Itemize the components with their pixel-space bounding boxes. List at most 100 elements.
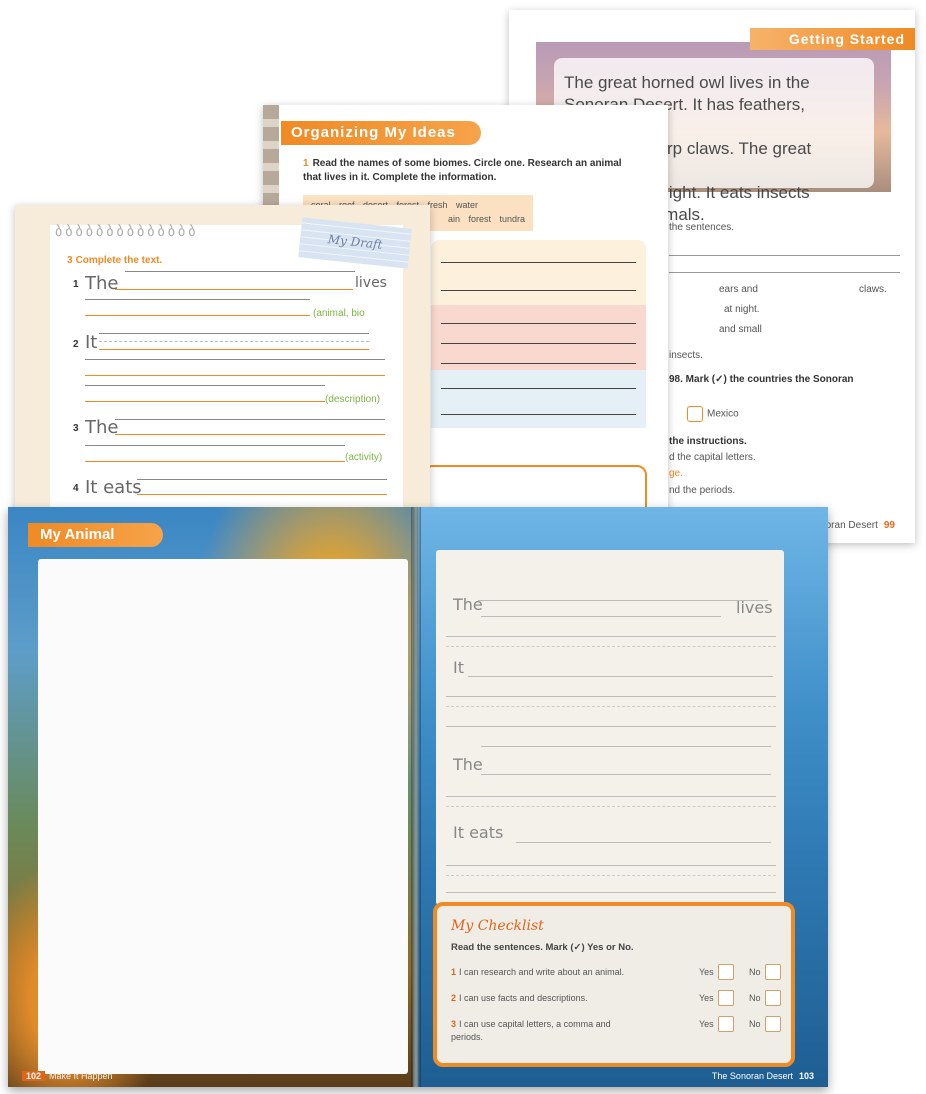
getting-started-banner: Getting Started [750, 28, 915, 50]
complete-text-title: 3 Complete the text. [67, 255, 165, 266]
item-word: It [85, 332, 98, 353]
guide-line [85, 445, 345, 446]
guide-line [481, 746, 771, 747]
mexico-label: Mexico [707, 408, 739, 420]
checklist-item-number: 2 [451, 993, 457, 1003]
guide-line [85, 359, 385, 360]
guide-line [125, 271, 355, 272]
checklist-item: 3I can use capital letters, a comma and … [451, 1018, 641, 1044]
no-label: No [749, 993, 761, 1003]
write-line[interactable] [516, 842, 771, 843]
write-line[interactable] [446, 726, 776, 727]
yes-checkbox[interactable] [717, 1016, 734, 1032]
notebook-page: ბბბბბბბბბბბბბბ My Draft 3 Complete the te… [15, 205, 430, 525]
item-word: It eats [85, 477, 142, 498]
no-checkbox[interactable] [764, 964, 781, 980]
drawing-area[interactable] [38, 559, 408, 1074]
no-option[interactable]: No [749, 1016, 781, 1032]
item-hint: (activity) [345, 452, 383, 463]
dash-line [446, 875, 776, 876]
dash-line [446, 646, 776, 647]
guide-line [85, 299, 310, 300]
left-page-footer: 102 Make It Happen [22, 1071, 113, 1081]
write-line[interactable] [446, 796, 776, 797]
yes-checkbox[interactable] [717, 990, 734, 1006]
checklist-item-number: 1 [451, 967, 457, 977]
spiral-rings-icon: ბბბბბბბბბბბბბბ [55, 223, 199, 239]
no-option[interactable]: No [749, 964, 781, 980]
write-line[interactable] [481, 616, 721, 617]
yes-checkbox[interactable] [717, 964, 734, 980]
instruction-number: 1 [303, 158, 309, 169]
write-line[interactable] [85, 401, 325, 402]
gs-instr-1: d the capital letters. [669, 452, 756, 463]
writing-area: The lives It The It eats [436, 550, 784, 905]
yes-label: Yes [699, 967, 714, 977]
checklist-item-text: I can use facts and descriptions. [459, 993, 588, 1003]
gs-write-line [669, 272, 900, 273]
write-line[interactable] [85, 461, 345, 462]
item-end-word: lives [355, 275, 387, 291]
checklist-item-number: 3 [451, 1019, 457, 1029]
exercise-number: 3 [67, 255, 73, 266]
right-page-footer: The Sonoran Desert 103 [712, 1071, 814, 1081]
checklist-title: My Checklist [451, 918, 544, 934]
info-card-animal [431, 240, 646, 305]
writing-end-word: lives [736, 598, 773, 617]
gs-page-number: 99 [883, 520, 895, 531]
organizing-instruction: 1 Read the names of some biomes. Circle o… [303, 157, 633, 185]
item-word: The [85, 273, 119, 294]
guide-line [85, 385, 325, 386]
write-line[interactable] [446, 636, 776, 637]
gs-footer: oran Desert 99 [826, 520, 895, 531]
writing-word: It eats [453, 823, 504, 842]
gs-row1: the sentences. [669, 222, 735, 233]
write-line[interactable] [115, 434, 385, 435]
write-line[interactable] [115, 289, 353, 290]
gs-row2-mid: ears and [719, 284, 758, 295]
info-card-description [431, 305, 646, 370]
dash-line [446, 706, 776, 707]
gs-row2-end: claws. [859, 284, 887, 295]
guide-line [137, 479, 387, 480]
right-footer-text: The Sonoran Desert [711, 1071, 793, 1081]
yes-label: Yes [699, 1019, 714, 1029]
write-line[interactable] [85, 315, 310, 316]
write-line[interactable] [446, 892, 776, 893]
item-number: 1 [73, 279, 79, 290]
writing-word: It [453, 658, 464, 677]
gs-footer-text: oran Desert [825, 520, 878, 531]
left-page-number: 102 [22, 1071, 46, 1081]
info-card-food [431, 370, 646, 428]
gs-mexico-option[interactable]: Mexico [687, 406, 739, 422]
write-line[interactable] [137, 494, 387, 495]
exercise-title: Complete the text. [75, 255, 163, 266]
gs-instr-3: nd the periods. [669, 485, 736, 496]
guide-line [478, 600, 768, 601]
right-page-number: 103 [798, 1071, 814, 1081]
write-line[interactable] [446, 865, 776, 866]
write-line[interactable] [85, 375, 385, 376]
write-line[interactable] [99, 349, 369, 350]
gs-question: 98. Mark (✓) the countries the Sonoran [669, 374, 854, 385]
gs-row5: insects. [669, 350, 703, 361]
no-checkbox[interactable] [764, 990, 781, 1006]
organizing-banner: Organizing My Ideas [281, 121, 481, 145]
gs-write-line [669, 255, 900, 256]
writing-word: The [453, 755, 483, 774]
write-line[interactable] [446, 696, 776, 697]
no-option[interactable]: No [749, 990, 781, 1006]
gs-instr: the instructions. [669, 436, 747, 447]
item-hint: (animal, bio [313, 308, 365, 319]
yes-option[interactable]: Yes [699, 964, 734, 980]
yes-option[interactable]: Yes [699, 1016, 734, 1032]
left-footer-text: Make It Happen [49, 1071, 113, 1081]
guide-line [99, 333, 369, 334]
mexico-checkbox[interactable] [687, 406, 703, 422]
no-checkbox[interactable] [764, 1016, 781, 1032]
yes-option[interactable]: Yes [699, 990, 734, 1006]
checklist-instruction: Read the sentences. Mark (✓) Yes or No. [451, 942, 634, 953]
write-line[interactable] [468, 676, 773, 677]
write-line[interactable] [481, 774, 771, 775]
item-number: 2 [73, 339, 79, 350]
